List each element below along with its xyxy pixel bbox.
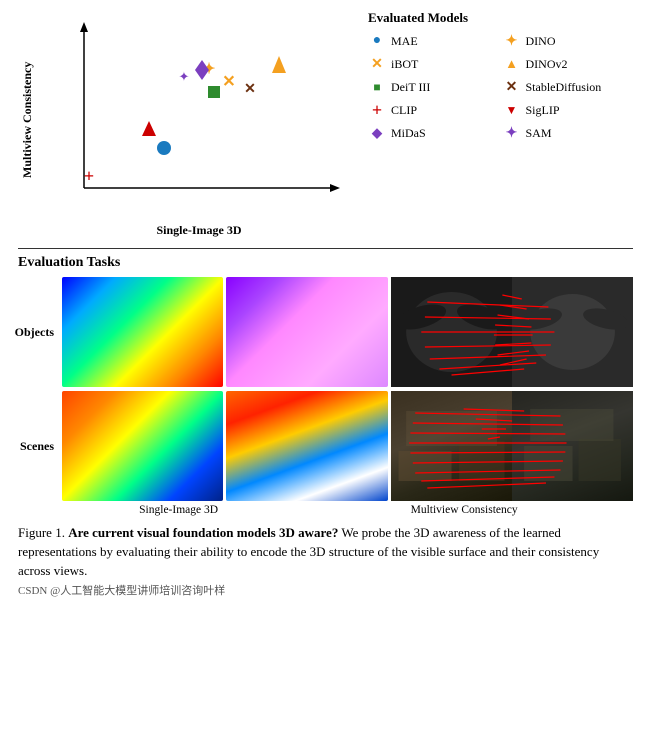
row-label-objects: Objects (18, 277, 58, 387)
legend-stablediff-label: StableDiffusion (526, 80, 602, 95)
legend-title: Evaluated Models (368, 10, 633, 26)
x-axis-label: Single-Image 3D (54, 223, 344, 238)
scatter-svg: + ✕ ✦ ✕ ✦ (54, 18, 344, 213)
sub-label-spacer (18, 504, 58, 516)
legend-area: Evaluated Models ● MAE ✦ DINO ✕ iBOT ▲ (358, 10, 633, 142)
depth-object-2 (226, 277, 387, 387)
eval-row-objects: Objects (18, 277, 633, 387)
legend-sam-symbol: ✦ (503, 124, 521, 142)
legend-deit-symbol: ■ (368, 78, 386, 96)
legend-midas-symbol: ◆ (368, 124, 386, 142)
legend-dino-symbol: ✦ (503, 32, 521, 50)
scatter-plot-area: Multiview Consistency + (18, 10, 358, 240)
legend-siglip-symbol: ▼ (503, 101, 521, 119)
row-label-scenes: Scenes (18, 391, 58, 501)
legend-mae-symbol: ● (368, 32, 386, 50)
legend-stablediff: ✕ StableDiffusion (503, 78, 634, 96)
legend-ibot-label: iBOT (391, 57, 418, 72)
mv-bird-left (391, 277, 512, 387)
scatter-graph: + ✕ ✦ ✕ ✦ (54, 18, 344, 213)
legend-clip-symbol: + (368, 101, 386, 119)
legend-dino-label: DINO (526, 34, 556, 49)
room-left-svg (391, 391, 512, 501)
legend-clip-label: CLIP (391, 103, 417, 118)
point-deit (208, 86, 220, 98)
eval-section: Evaluation Tasks Objects (18, 255, 633, 516)
caption-fig-label: Figure 1. (18, 525, 65, 540)
point-clip: + (84, 166, 94, 186)
caption-watermark: CSDN @人工智能大模型讲师培训咨询叶样 (18, 585, 225, 597)
eval-grid: Objects (18, 277, 633, 501)
sub-label-single-image: Single-Image 3D (62, 504, 291, 516)
sub-label-multiview: Multiview Consistency (295, 504, 633, 516)
main-container: Multiview Consistency + (0, 0, 651, 609)
legend-midas: ◆ MiDaS (368, 124, 499, 142)
eval-images-objects (62, 277, 633, 387)
section-divider (18, 248, 633, 249)
point-stablediffusion: ✕ (244, 82, 256, 97)
legend-midas-label: MiDaS (391, 126, 426, 141)
figure-caption: Figure 1. Are current visual foundation … (18, 524, 633, 599)
caption-bold: Are current visual foundation models 3D … (68, 525, 338, 540)
point-mae (157, 141, 171, 155)
bird-left-svg (391, 277, 512, 387)
point-siglip (142, 121, 156, 136)
y-axis-label: Multiview Consistency (20, 40, 35, 200)
sub-labels: Single-Image 3D Multiview Consistency (18, 504, 633, 516)
legend-deit-label: DeiT III (391, 80, 430, 95)
bird-right-svg (512, 277, 633, 387)
eval-title: Evaluation Tasks (18, 255, 633, 271)
eval-images-scenes (62, 391, 633, 501)
multiview-objects (391, 277, 633, 387)
legend-deit: ■ DeiT III (368, 78, 499, 96)
legend-siglip-label: SigLIP (526, 103, 560, 118)
point-ibot: ✕ (222, 74, 235, 91)
depth-object-1 (62, 277, 223, 387)
legend-mae: ● MAE (368, 32, 499, 50)
point-sam: ✦ (179, 69, 190, 84)
legend-dinov2-label: DINOv2 (526, 57, 568, 72)
legend-stablediff-symbol: ✕ (503, 78, 521, 96)
eval-row-scenes: Scenes (18, 391, 633, 501)
legend-dino: ✦ DINO (503, 32, 634, 50)
legend-grid: ● MAE ✦ DINO ✕ iBOT ▲ DINOv2 ■ (368, 32, 633, 142)
legend-dinov2-symbol: ▲ (503, 55, 521, 73)
point-dinov2 (272, 56, 286, 73)
scatter-section: Multiview Consistency + (18, 10, 633, 240)
legend-ibot-symbol: ✕ (368, 55, 386, 73)
depth-scene-2 (226, 391, 387, 501)
depth-scene-1 (62, 391, 223, 501)
legend-sam-label: SAM (526, 126, 552, 141)
multiview-scenes (391, 391, 633, 501)
legend-sam: ✦ SAM (503, 124, 634, 142)
mv-room-left (391, 391, 512, 501)
legend-clip: + CLIP (368, 101, 499, 119)
legend-siglip: ▼ SigLIP (503, 101, 634, 119)
room-right-svg (512, 391, 633, 501)
legend-dinov2: ▲ DINOv2 (503, 55, 634, 73)
legend-ibot: ✕ iBOT (368, 55, 499, 73)
mv-bird-right (512, 277, 633, 387)
legend-mae-label: MAE (391, 34, 418, 49)
mv-room-right (512, 391, 633, 501)
